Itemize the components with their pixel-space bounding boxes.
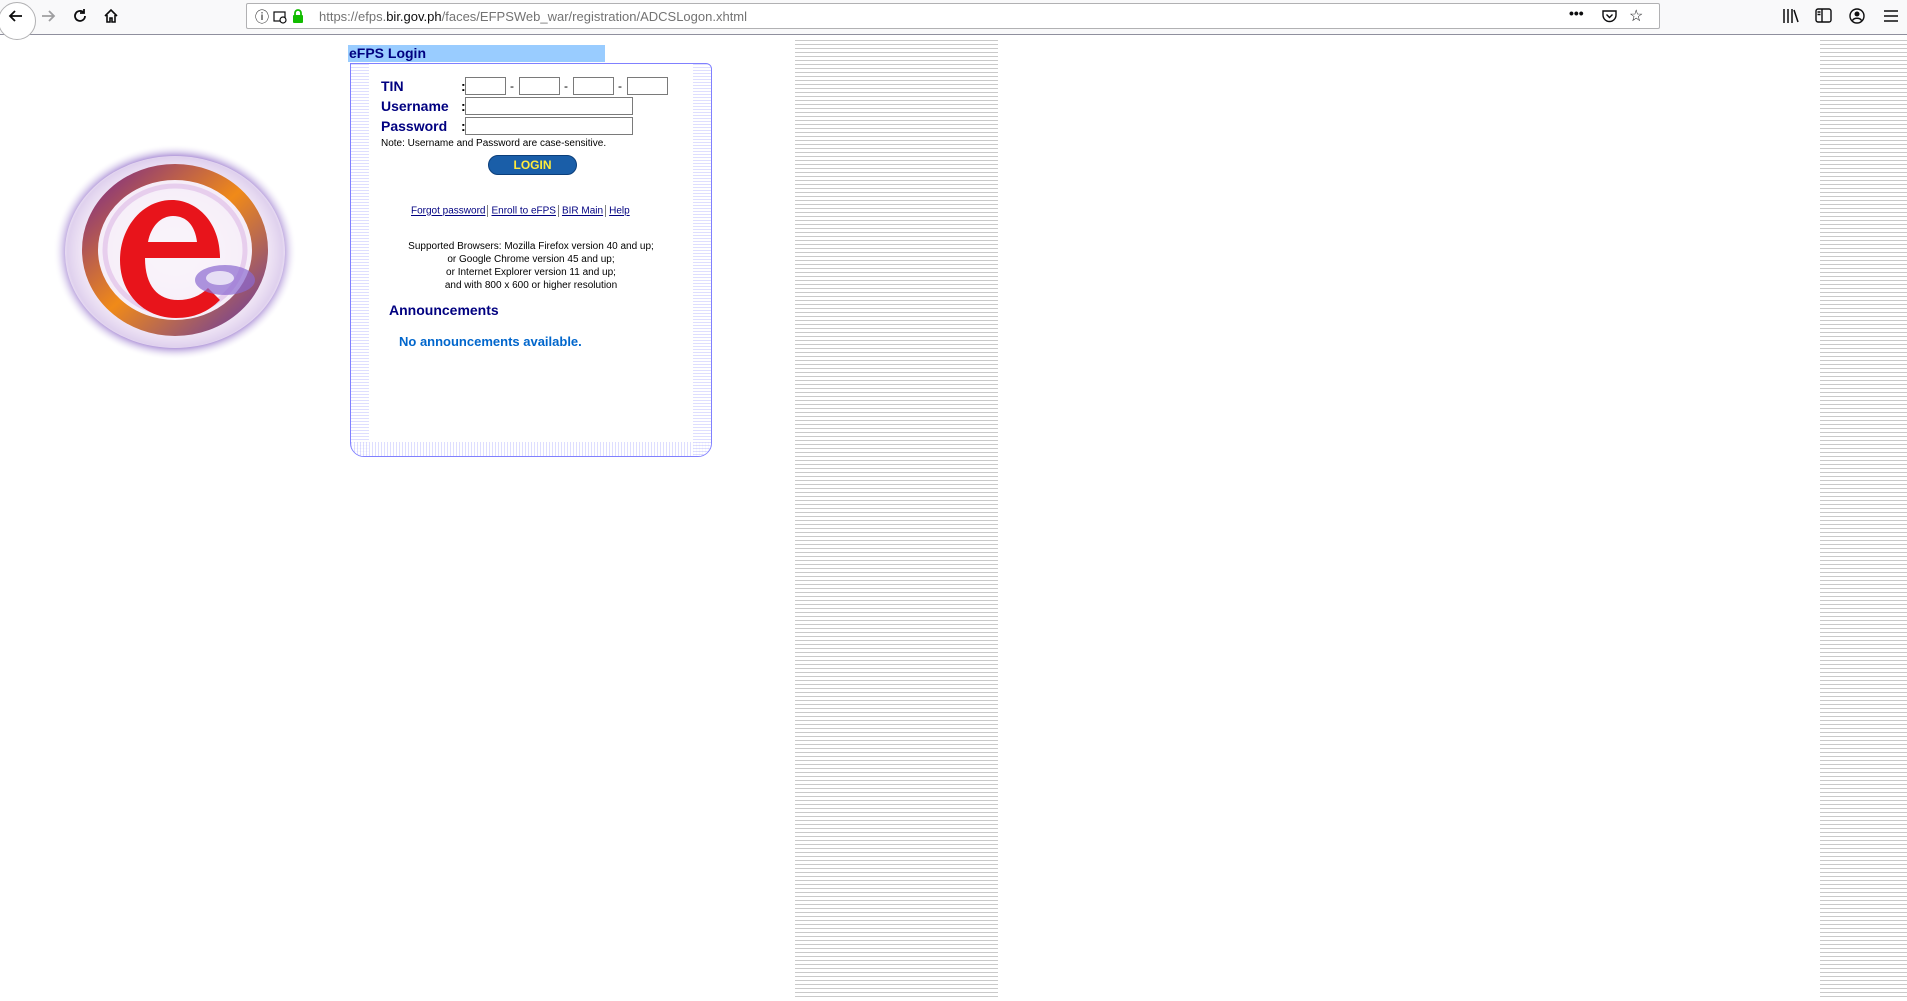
tin-label: TIN [381, 78, 404, 94]
background-stripes-right [1820, 40, 1907, 1000]
username-field[interactable] [465, 97, 633, 115]
efps-logo [53, 144, 297, 360]
reload-button[interactable] [68, 4, 92, 28]
tin-field-4[interactable] [627, 77, 668, 95]
home-icon [104, 8, 118, 23]
url-prefix: https://efps. [319, 9, 387, 24]
hamburger-menu-icon[interactable] [1883, 9, 1899, 23]
supported-browsers: Supported Browsers: Mozilla Firefox vers… [351, 240, 711, 292]
lock-icon[interactable] [292, 9, 304, 23]
link-separator [487, 205, 489, 217]
url-text[interactable]: https://efps.bir.gov.ph/faces/EFPSWeb_wa… [319, 9, 747, 24]
tin-field-1[interactable] [465, 77, 506, 95]
url-domain: bir.gov.ph [386, 9, 442, 24]
link-separator [557, 205, 559, 217]
library-icon[interactable] [1782, 8, 1800, 24]
supported-browsers-line: and with 800 x 600 or higher resolution [444, 280, 618, 291]
supported-browsers-line: Supported Browsers: Mozilla Firefox vers… [408, 241, 654, 252]
forward-arrow-icon [42, 10, 56, 22]
case-sensitive-note: Note: Username and Password are case-sen… [381, 138, 607, 149]
link-separator [605, 205, 607, 217]
login-links: Forgot password Enroll to eFPS BIR Main Hel… [411, 205, 630, 217]
login-button[interactable]: LOGIN [488, 155, 577, 175]
pocket-icon[interactable] [1602, 9, 1617, 23]
help-link[interactable]: Help [609, 206, 630, 217]
login-header: eFPS Login [348, 45, 605, 62]
password-label: Password [381, 118, 448, 134]
login-panel: TIN : - - - Username : Password : Note: … [350, 63, 712, 457]
background-stripes-center [795, 40, 998, 1000]
home-button[interactable] [99, 4, 123, 28]
panel-bottom-stripes [351, 442, 711, 456]
url-bar[interactable]: ⓘ https://efps.bir.gov.ph/faces/EFPSWeb_… [246, 3, 1660, 29]
tin-field-3[interactable] [573, 77, 614, 95]
more-icon[interactable]: ••• [1569, 5, 1584, 21]
tin-dash-1: - [510, 79, 514, 93]
forward-button[interactable] [36, 4, 60, 28]
password-field[interactable] [465, 117, 633, 135]
announcements-empty: No announcements available. [399, 334, 582, 349]
bookmark-star-icon[interactable]: ☆ [1629, 6, 1643, 26]
tin-dash-2: - [564, 79, 568, 93]
browser-toolbar: ⓘ https://efps.bir.gov.ph/faces/EFPSWeb_… [0, 0, 1907, 40]
announcements-title: Announcements [389, 302, 499, 318]
info-icon[interactable]: ⓘ [255, 7, 269, 27]
supported-browsers-line: or Google Chrome version 45 and up; [447, 254, 615, 265]
forgot-password-link[interactable]: Forgot password [411, 206, 485, 217]
tin-field-2[interactable] [519, 77, 560, 95]
url-path: /faces/EFPSWeb_war/registration/ADCSLogo… [441, 9, 748, 24]
tin-dash-3: - [618, 79, 622, 93]
sidebar-icon[interactable] [1815, 8, 1832, 23]
reload-icon [74, 9, 86, 22]
enroll-link[interactable]: Enroll to eFPS [491, 206, 555, 217]
bir-main-link[interactable]: BIR Main [562, 206, 603, 217]
supported-browsers-line: or Internet Explorer version 11 and up; [446, 267, 616, 278]
back-arrow-icon [8, 10, 22, 22]
tracking-protection-icon[interactable] [273, 10, 287, 24]
account-icon[interactable] [1849, 8, 1865, 24]
username-label: Username [381, 98, 449, 114]
back-button[interactable] [0, 2, 36, 40]
